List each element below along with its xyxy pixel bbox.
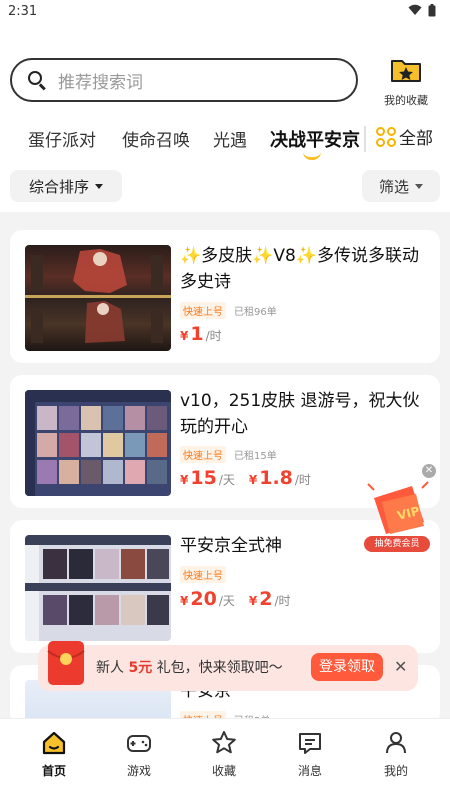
vip-lottery-label: 抽免费会员 bbox=[364, 536, 430, 552]
nav-home[interactable]: 首页 bbox=[24, 729, 84, 779]
listing-prices: ¥1/时 bbox=[180, 323, 222, 345]
sort-label: 综合排序 bbox=[28, 177, 89, 196]
active-tab-indicator bbox=[303, 152, 321, 160]
favorites-button[interactable]: 我的收藏 bbox=[376, 56, 436, 108]
status-time: 2:31 bbox=[8, 4, 38, 19]
skin-grid-artwork bbox=[25, 390, 171, 496]
rented-count: 已租96单 bbox=[234, 307, 277, 318]
vip-lottery-float[interactable]: ✕ VIP 抽免费会员 bbox=[360, 462, 440, 554]
favorites-label: 我的收藏 bbox=[384, 94, 428, 107]
price-daily: ¥20/天 bbox=[180, 588, 235, 610]
nav-messages[interactable]: 消息 bbox=[280, 729, 340, 779]
all-games-button[interactable]: 全部 bbox=[376, 124, 433, 149]
all-games-label: 全部 bbox=[399, 129, 433, 149]
search-icon bbox=[28, 71, 46, 91]
promo-text: 新人 5元 礼包，快来领取吧〜 bbox=[96, 660, 283, 676]
rented-count: 已租15单 bbox=[234, 451, 277, 462]
price-hourly: ¥1/时 bbox=[180, 323, 222, 345]
price-daily: ¥15/天 bbox=[180, 467, 235, 489]
home-icon bbox=[42, 731, 66, 755]
nav-games[interactable]: 游戏 bbox=[109, 729, 169, 779]
game-tabs: 蛋仔派对 使命召唤 光遇 决战平安京 全部 bbox=[0, 120, 450, 160]
nav-profile[interactable]: 我的 bbox=[366, 729, 426, 779]
filter-dropdown[interactable]: 筛选 bbox=[362, 170, 440, 202]
caret-down-icon bbox=[95, 183, 103, 189]
close-icon[interactable]: ✕ bbox=[394, 657, 407, 676]
character-artwork bbox=[25, 249, 171, 343]
new-user-gift-banner[interactable]: 新人 5元 礼包，快来领取吧〜 登录领取 ✕ bbox=[38, 641, 418, 691]
fast-login-badge: 快速上号 bbox=[180, 446, 226, 463]
search-placeholder: 推荐搜索词 bbox=[58, 72, 143, 93]
listing-title: ✨多皮肤✨V8✨多传说多联动多史诗 bbox=[180, 246, 419, 292]
person-icon bbox=[386, 732, 406, 754]
price-hourly: ¥2/时 bbox=[248, 588, 291, 610]
bottom-nav: 首页 游戏 收藏 消息 我的 bbox=[0, 718, 450, 800]
gamepad-icon bbox=[127, 735, 151, 752]
listing-badges: 快速上号 bbox=[180, 566, 226, 583]
listing-badges: 快速上号 已租15单 bbox=[180, 446, 277, 463]
fast-login-badge: 快速上号 bbox=[180, 566, 226, 583]
tab-sky[interactable]: 光遇 bbox=[213, 126, 247, 151]
listing-card[interactable]: ✨多皮肤✨V8✨多传说多联动多史诗 快速上号 已租96单 ¥1/时 bbox=[10, 230, 440, 363]
listing-prices: ¥15/天 ¥1.8/时 bbox=[180, 467, 311, 489]
header-area: 推荐搜索词 我的收藏 蛋仔派对 使命召唤 光遇 决战平安京 全部 综合排序 筛选 bbox=[0, 28, 450, 212]
listing-badges: 快速上号 已租96单 bbox=[180, 302, 277, 319]
fast-login-badge: 快速上号 bbox=[180, 302, 226, 319]
red-envelope-icon bbox=[47, 641, 85, 685]
listing-thumbnail bbox=[25, 245, 171, 351]
star-icon bbox=[212, 731, 236, 754]
sort-dropdown[interactable]: 综合排序 bbox=[10, 170, 122, 202]
grid-icon bbox=[376, 126, 396, 147]
tab-dangzai[interactable]: 蛋仔派对 bbox=[28, 126, 96, 151]
tab-onmyoji-arena[interactable]: 决战平安京 bbox=[270, 126, 360, 152]
login-claim-button[interactable]: 登录领取 bbox=[311, 653, 383, 681]
vip-card-icon: VIP bbox=[367, 481, 429, 534]
message-icon bbox=[299, 733, 321, 754]
status-icons bbox=[408, 4, 436, 17]
listing-thumbnail bbox=[25, 535, 171, 641]
nav-games-label: 游戏 bbox=[126, 764, 151, 778]
shikigami-grid-artwork bbox=[25, 535, 171, 641]
price-hourly: ¥1.8/时 bbox=[248, 467, 311, 489]
caret-down-icon bbox=[415, 183, 423, 189]
listing-title: v10，251皮肤 退游号，祝大伙玩的开心 bbox=[180, 391, 420, 437]
nav-home-label: 首页 bbox=[41, 764, 66, 778]
close-icon[interactable]: ✕ bbox=[422, 464, 436, 478]
nav-profile-label: 我的 bbox=[383, 764, 408, 778]
folder-star-icon bbox=[391, 60, 421, 82]
nav-favorites-label: 收藏 bbox=[211, 764, 236, 778]
status-bar: 2:31 bbox=[0, 0, 450, 28]
nav-favorites[interactable]: 收藏 bbox=[194, 729, 254, 779]
filter-label: 筛选 bbox=[378, 177, 409, 196]
listing-prices: ¥20/天 ¥2/时 bbox=[180, 588, 291, 610]
tab-divider bbox=[364, 126, 366, 152]
listing-thumbnail bbox=[25, 390, 171, 496]
tab-codm[interactable]: 使命召唤 bbox=[122, 126, 190, 151]
search-input[interactable]: 推荐搜索词 bbox=[10, 58, 358, 102]
nav-messages-label: 消息 bbox=[297, 764, 322, 778]
wifi-icon bbox=[408, 4, 422, 15]
battery-icon bbox=[428, 4, 436, 17]
